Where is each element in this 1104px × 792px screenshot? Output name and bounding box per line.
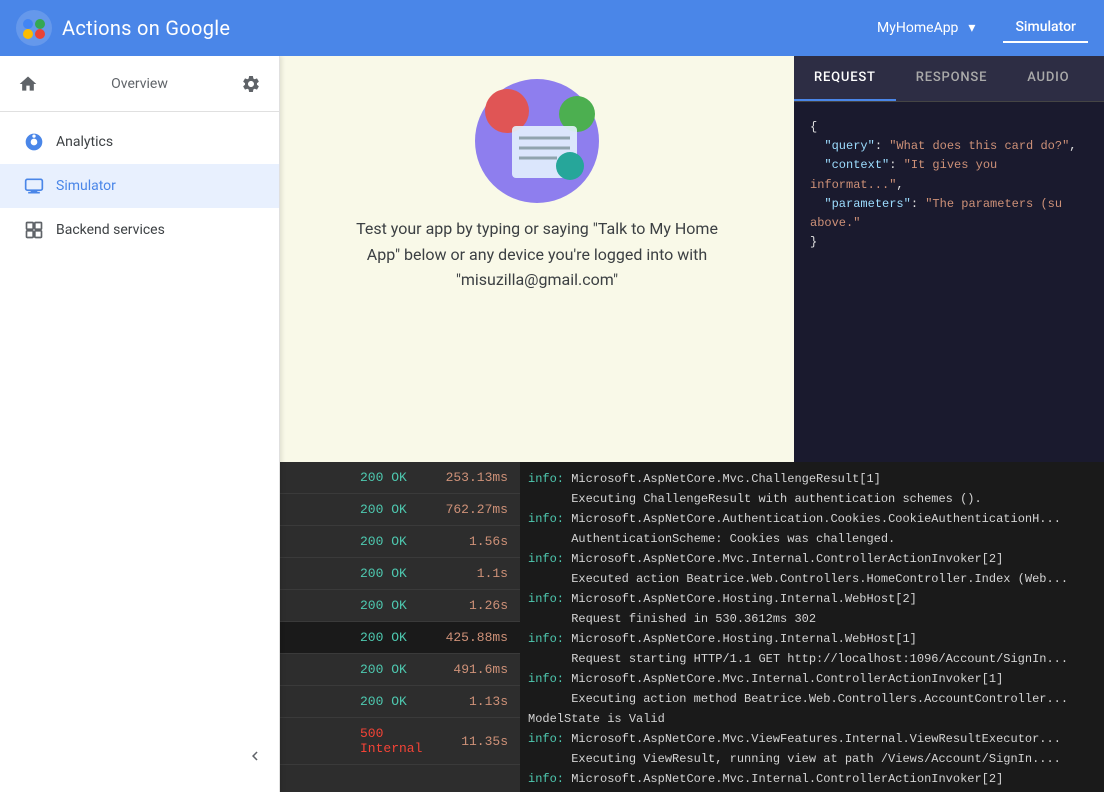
request-time: 1.56s — [428, 534, 508, 549]
sidebar-menu: Analytics Simulator — [0, 112, 279, 260]
request-time: 425.88ms — [428, 630, 508, 645]
simulator-graphic — [422, 76, 652, 206]
log-entry: Executing action method Beatrice.Web.Con… — [528, 690, 1096, 708]
log-entry: ModelState is Valid — [528, 710, 1096, 728]
log-entry: Request finished in 530.3612ms 302 — [528, 610, 1096, 628]
sidebar-item-analytics[interactable]: Analytics — [0, 120, 279, 164]
sidebar-item-simulator[interactable]: Simulator — [0, 164, 279, 208]
log-panel: info: Microsoft.AspNetCore.Mvc.Challenge… — [520, 462, 1104, 792]
sidebar: Overview Analytics — [0, 56, 280, 792]
request-status: 200 OK — [360, 630, 420, 645]
request-status: 200 OK — [360, 598, 420, 613]
topbar-title: Actions on Google — [62, 16, 230, 40]
backend-icon — [24, 220, 44, 240]
request-status: 200 OK — [360, 662, 420, 677]
log-entry: info: Microsoft.AspNetCore.Authenticatio… — [528, 510, 1096, 528]
topbar: Actions on Google MyHomeApp ▾ Simulator — [0, 0, 1104, 56]
app-selector[interactable]: MyHomeApp ▾ — [865, 14, 987, 42]
app-name: MyHomeApp — [877, 20, 958, 36]
log-entry: info: Microsoft.AspNetCore.Hosting.Inter… — [528, 630, 1096, 648]
request-time: 11.35s — [428, 734, 508, 749]
simulator-description: Test your app by typing or saying "Talk … — [347, 216, 727, 293]
log-entry: info: Microsoft.AspNetCore.Mvc.Internal.… — [528, 770, 1096, 788]
collapse-sidebar-button[interactable] — [239, 740, 271, 772]
overview-label[interactable]: Overview — [48, 76, 231, 92]
log-entry: info: Microsoft.AspNetCore.Hosting.Inter… — [528, 590, 1096, 608]
tab-request[interactable]: REQUEST — [794, 56, 896, 101]
log-entry: info: Microsoft.AspNetCore.Mvc.Challenge… — [528, 470, 1096, 488]
sidebar-item-backend[interactable]: Backend services — [0, 208, 279, 252]
analytics-icon — [24, 132, 44, 152]
settings-button[interactable] — [231, 64, 271, 104]
request-time: 1.26s — [428, 598, 508, 613]
request-time: 1.1s — [428, 566, 508, 581]
home-button[interactable] — [8, 64, 48, 104]
request-time: 491.6ms — [428, 662, 508, 677]
simulator-icon — [24, 176, 44, 196]
request-status: 200 OK — [360, 566, 420, 581]
log-entry: Executed action Beatrice.Web.Controllers… — [528, 570, 1096, 588]
sidebar-top-bar: Overview — [0, 56, 279, 112]
log-entry: Executing ChallengeResult with authentic… — [528, 490, 1096, 508]
right-panel-tabs: REQUEST RESPONSE AUDIO — [794, 56, 1104, 102]
tab-response[interactable]: RESPONSE — [896, 56, 1008, 101]
log-entry: info: Microsoft.AspNetCore.Mvc.Internal.… — [528, 670, 1096, 688]
log-entry: info: Microsoft.AspNetCore.Mvc.ViewFeatu… — [528, 730, 1096, 748]
log-entry: Request starting HTTP/1.1 GET http://loc… — [528, 650, 1096, 668]
tab-audio[interactable]: AUDIO — [1007, 56, 1089, 101]
log-entry: Executing ViewResult, running view at pa… — [528, 750, 1096, 768]
request-status: 500 Internal — [360, 726, 420, 756]
log-entry: AuthenticationScheme: Cookies was challe… — [528, 530, 1096, 548]
backend-label: Backend services — [56, 222, 165, 238]
request-status: 200 OK — [360, 470, 420, 485]
request-time: 1.13s — [428, 694, 508, 709]
logo-area: Actions on Google — [16, 10, 230, 46]
simulator-nav-item[interactable]: Simulator — [1003, 13, 1088, 43]
request-time: 253.13ms — [428, 470, 508, 485]
request-status: 200 OK — [360, 502, 420, 517]
log-entry: info: Microsoft.AspNetCore.Mvc.Internal.… — [528, 550, 1096, 568]
request-status: 200 OK — [360, 694, 420, 709]
simulator-label: Simulator — [56, 178, 116, 194]
analytics-label: Analytics — [56, 134, 113, 150]
chevron-down-icon: ▾ — [968, 20, 975, 36]
google-logo-icon — [16, 10, 52, 46]
request-time: 762.27ms — [428, 502, 508, 517]
request-status: 200 OK — [360, 534, 420, 549]
